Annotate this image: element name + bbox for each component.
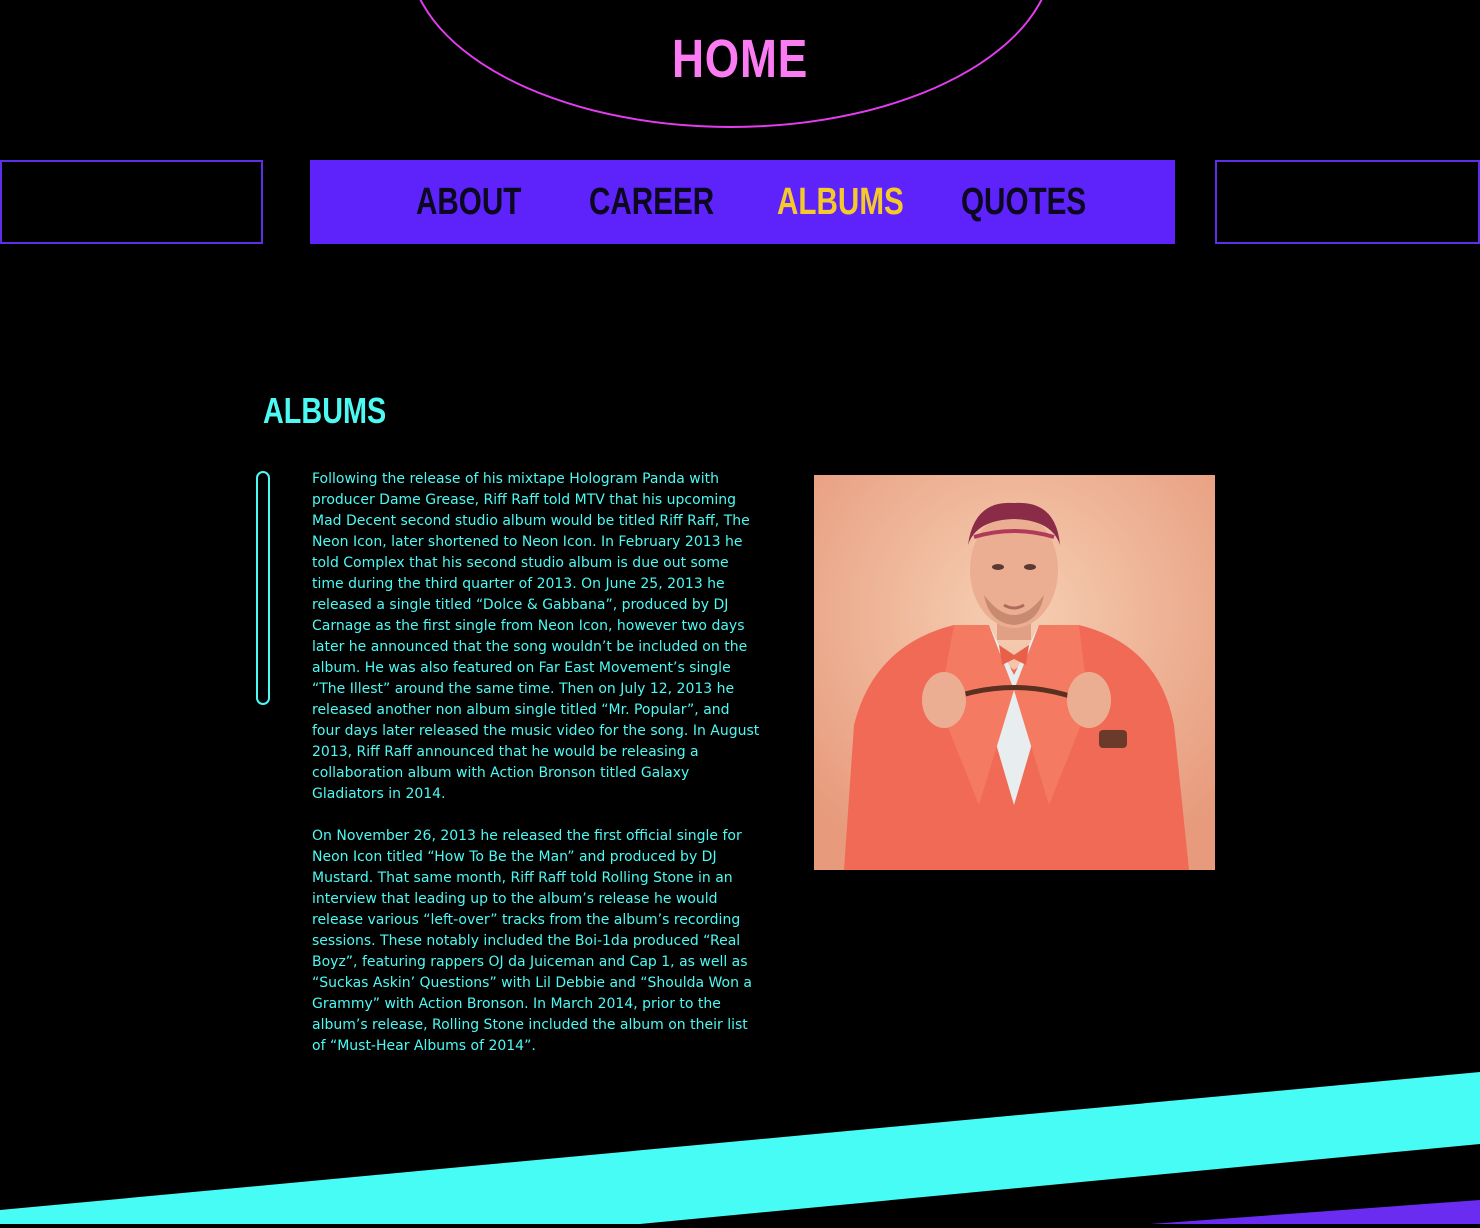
nav-item-career[interactable]: CAREER (589, 178, 714, 226)
scrollbar[interactable] (256, 471, 270, 705)
paragraph: On November 26, 2013 he released the fir… (312, 828, 752, 1054)
footer-stripe (0, 1060, 1480, 1224)
nav-item-about[interactable]: ABOUT (416, 178, 521, 226)
left-decorative-box (0, 160, 263, 244)
home-link[interactable]: HOME (133, 26, 1347, 92)
right-decorative-box (1215, 160, 1480, 244)
albums-text: Following the release of his mixtape Hol… (312, 469, 762, 1078)
section-title: ALBUMS (263, 390, 387, 431)
main-nav: ABOUT CAREER ALBUMS QUOTES (310, 160, 1175, 244)
nav-item-albums[interactable]: ALBUMS (777, 178, 904, 226)
paragraph: Following the release of his mixtape Hol… (312, 471, 760, 802)
nav-item-quotes[interactable]: QUOTES (961, 178, 1086, 226)
artist-photo (814, 475, 1215, 870)
